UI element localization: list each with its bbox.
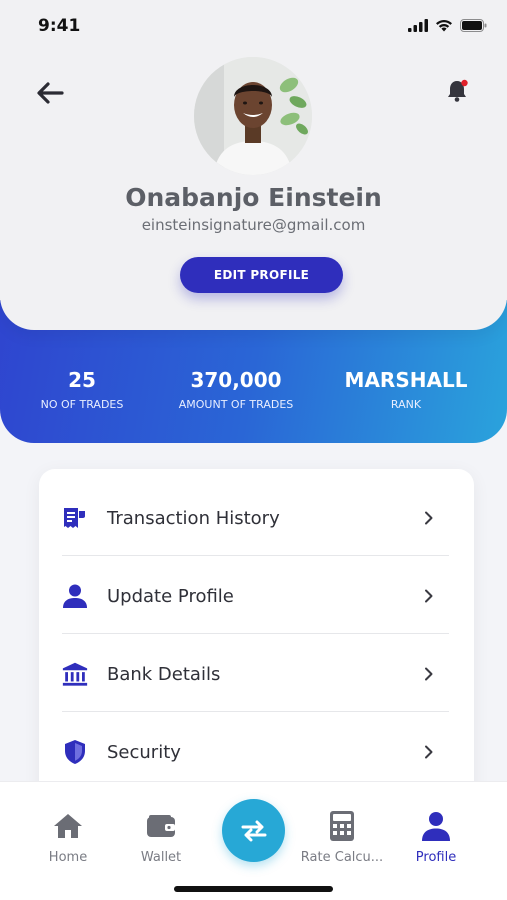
notification-dot [461,79,468,87]
home-indicator [174,886,333,892]
avatar [194,57,312,175]
receipt-icon [61,504,89,532]
menu-item-label: Bank Details [107,663,221,685]
chevron-right-icon [425,745,433,759]
profile-icon [422,812,450,841]
stat-trades-amount: 370,000 AMOUNT OF TRADES [162,368,310,411]
status-icons [408,19,487,32]
nav-profile[interactable]: Profile [391,810,481,865]
menu-item-label: Update Profile [107,585,234,607]
menu-item-security[interactable]: Security [39,713,474,791]
bottom-navigation: Home Wallet Rate Calcu... Profile [0,781,507,900]
stat-label: NO OF TRADES [40,398,124,411]
stat-label: AMOUNT OF TRADES [178,398,294,411]
profile-email: einsteinsignature@gmail.com [141,216,366,234]
menu-item-label: Security [107,741,181,763]
nav-rate-calculator[interactable]: Rate Calcu... [297,810,387,865]
swap-arrows-icon [241,820,266,841]
stat-trades-count: 25 NO OF TRADES [22,368,142,411]
calculator-icon [330,811,354,841]
profile-name: Onabanjo Einstein [125,183,382,212]
user-icon [61,582,89,610]
nav-home[interactable]: Home [23,810,113,865]
menu-item-transaction-history[interactable]: Transaction History [39,479,474,557]
stat-value: MARSHALL [344,368,468,392]
stat-value: 25 [68,368,96,392]
exchange-button[interactable] [222,799,285,862]
edit-profile-button[interactable]: EDIT PROFILE [180,257,343,293]
stat-value: 370,000 [190,368,282,392]
divider [62,711,449,712]
bank-icon [61,660,89,688]
divider [62,633,449,634]
status-bar: 9:41 [0,0,507,52]
stat-rank: MARSHALL RANK [335,368,477,411]
stat-label: RANK [390,398,422,411]
arrow-left-icon [37,82,64,104]
chevron-right-icon [425,667,433,681]
menu-item-bank-details[interactable]: Bank Details [39,635,474,713]
divider [62,555,449,556]
wifi-icon [436,19,452,32]
bell-icon [448,79,468,102]
notification-button[interactable] [445,78,471,104]
chevron-right-icon [425,589,433,603]
nav-label: Wallet [140,850,182,865]
menu-item-label: Transaction History [107,507,280,529]
home-icon [54,814,82,838]
nav-label: Home [48,850,88,865]
signal-icon [408,19,428,32]
shield-icon [61,738,89,766]
nav-wallet[interactable]: Wallet [116,810,206,865]
battery-icon [460,19,487,32]
menu-item-update-profile[interactable]: Update Profile [39,557,474,635]
status-time: 9:41 [38,16,81,36]
back-button[interactable] [34,78,66,108]
chevron-right-icon [425,511,433,525]
nav-label: Rate Calcu... [300,850,384,865]
profile-photo [194,57,312,175]
nav-label: Profile [415,850,457,865]
wallet-icon [147,815,175,837]
